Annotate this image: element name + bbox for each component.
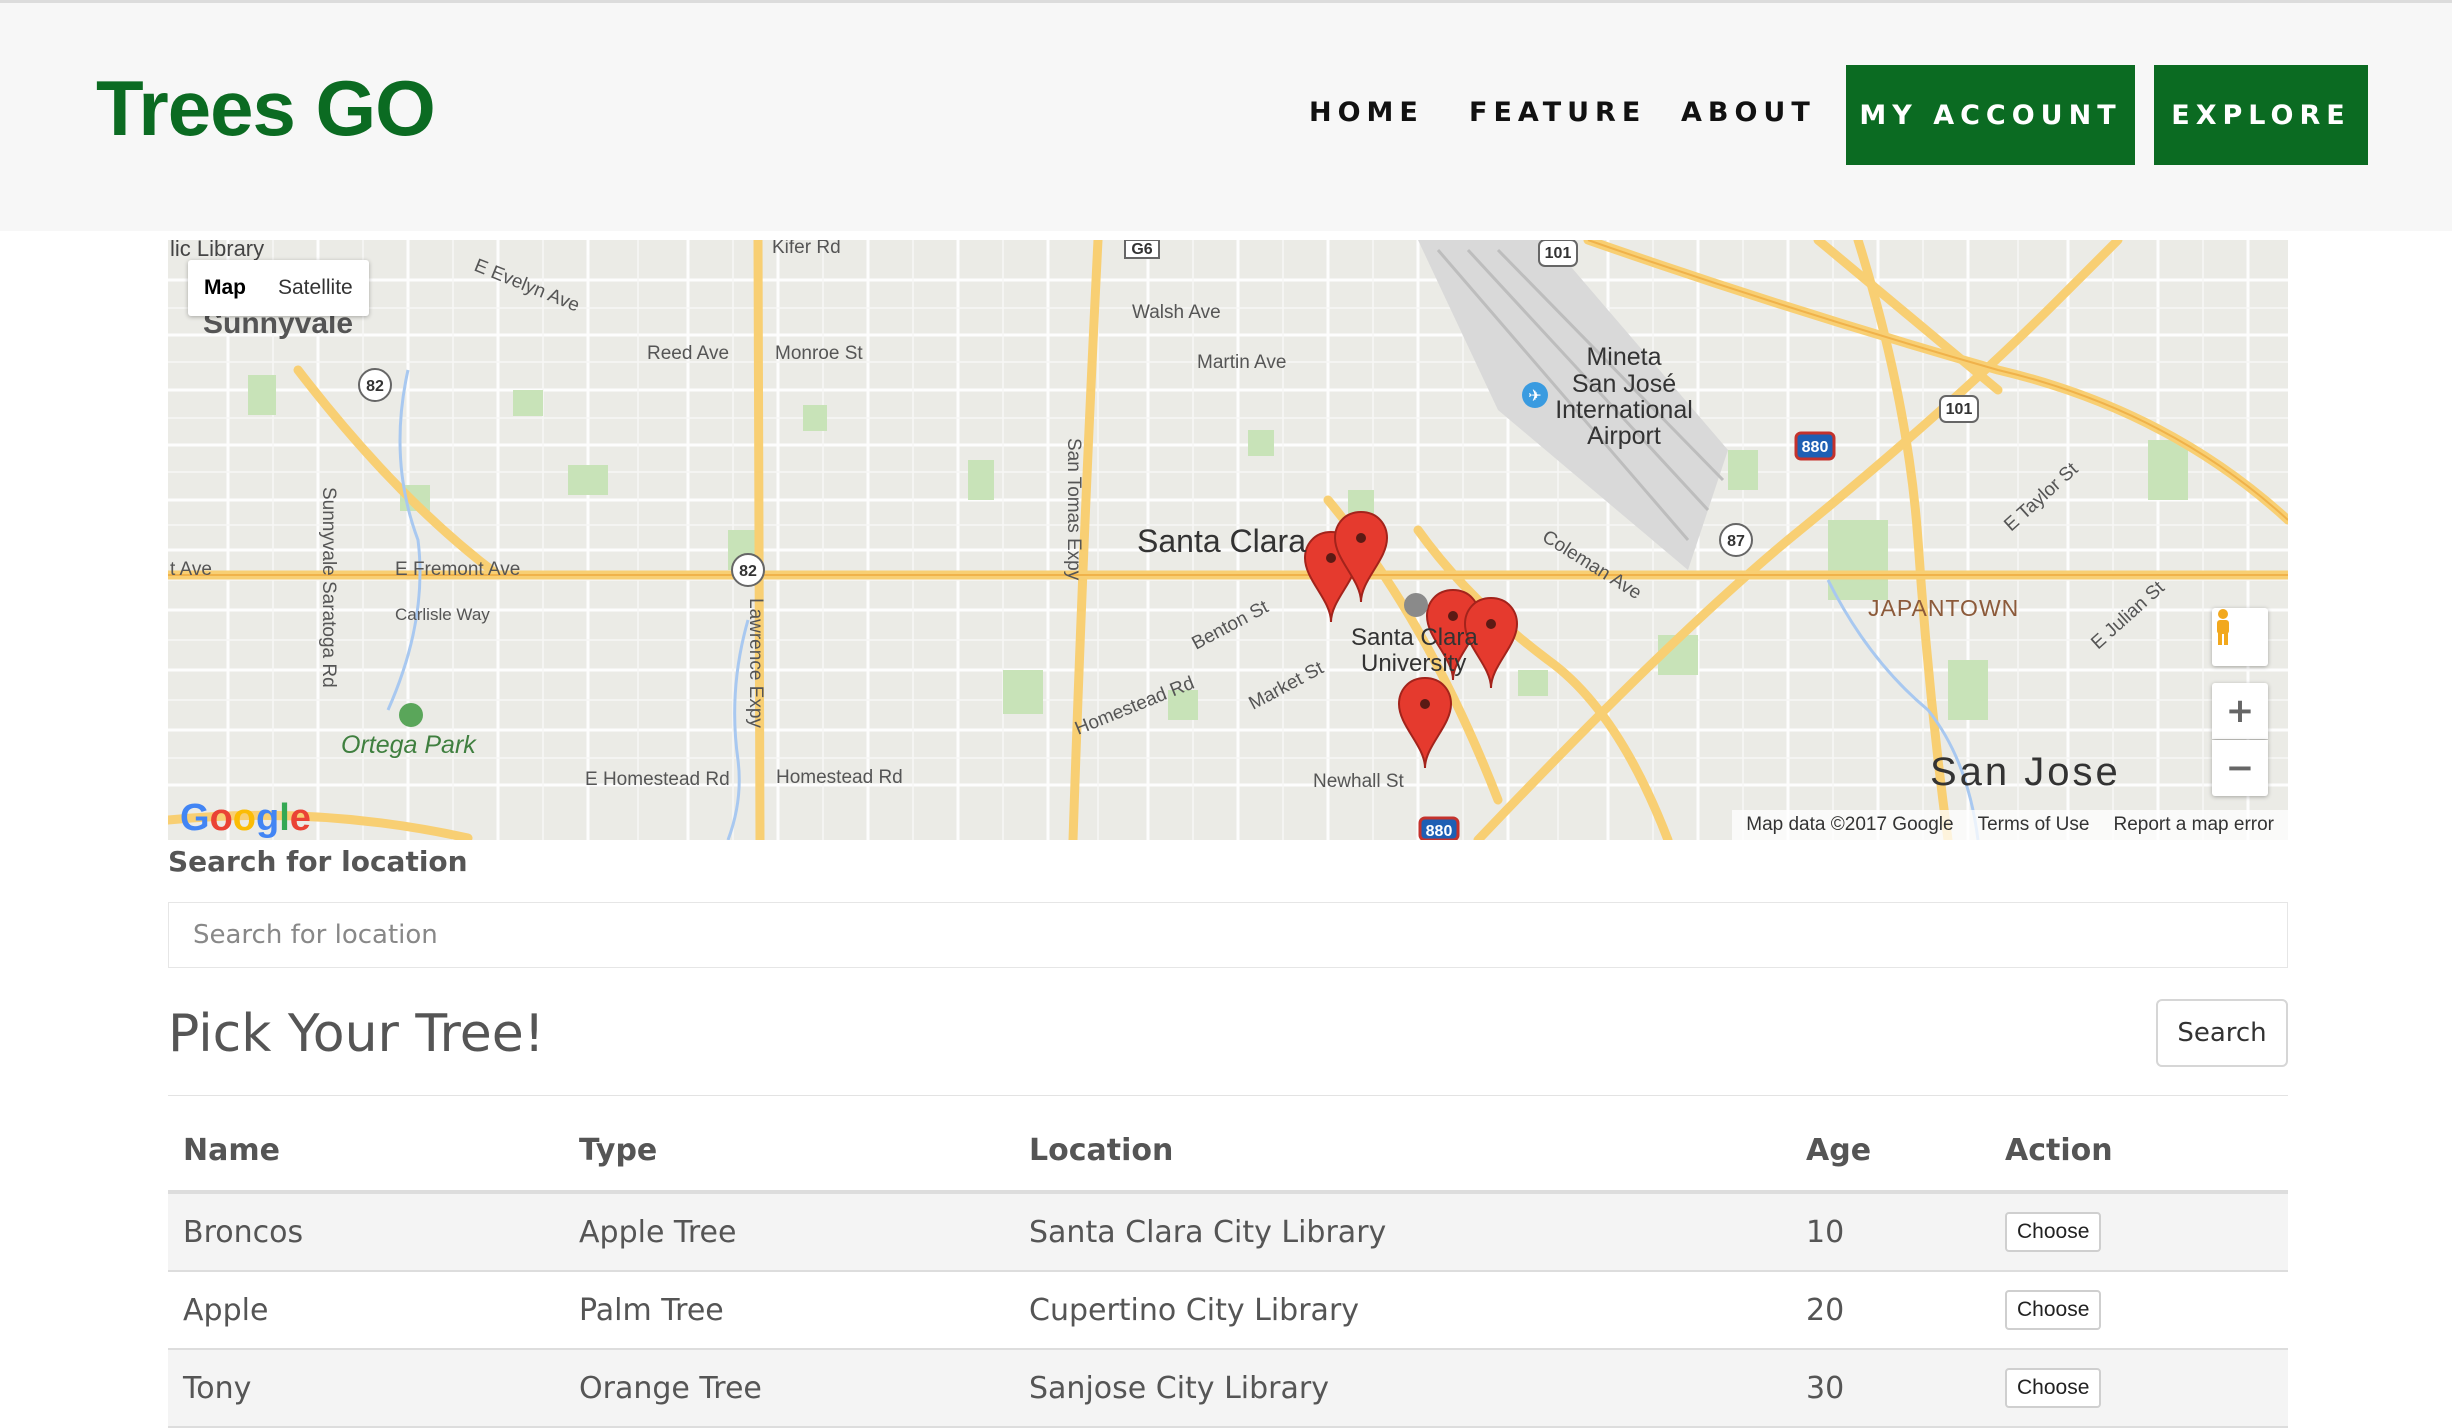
choose-button[interactable]: Choose [2005,1212,2102,1252]
cell-age: 20 [1806,1292,1845,1328]
svg-text:Ortega Park: Ortega Park [341,731,477,759]
choose-button[interactable]: Choose [2005,1368,2102,1408]
park-icon [399,703,423,727]
choose-button[interactable]: Choose [2005,1290,2102,1330]
svg-text:82: 82 [366,378,384,395]
tree-map[interactable]: 101 101 880 880 87 82 82 G6 ✈ lic Librar… [168,240,2288,840]
street-view-pegman-icon[interactable] [2212,608,2268,666]
svg-text:101: 101 [1545,245,1572,262]
svg-text:Sunnyvale Saratoga Rd: Sunnyvale Saratoga Rd [318,487,339,688]
cell-location: Cupertino City Library [1029,1292,1360,1328]
map-view-button[interactable]: Map [188,260,262,316]
cell-type: Palm Tree [579,1292,724,1328]
map-canvas[interactable]: 101 101 880 880 87 82 82 G6 ✈ lic Librar… [168,240,2288,840]
svg-text:101: 101 [1946,401,1973,418]
svg-text:G6: G6 [1131,241,1152,258]
cell-location: Santa Clara City Library [1029,1214,1387,1250]
map-footer: Map data ©2017 Google Terms of Use Repor… [1732,810,2288,840]
svg-text:Santa Clara: Santa Clara [1137,523,1306,559]
nav-about[interactable]: ABOUT [1681,95,1816,131]
header-action: Action [2005,1132,2113,1168]
svg-text:San Tomas Expy: San Tomas Expy [1063,438,1084,581]
page-title: Pick Your Tree! [168,1004,545,1064]
svg-text:Homestead Rd: Homestead Rd [776,767,903,788]
svg-text:San José: San José [1572,370,1676,398]
svg-text:Google: Google [180,797,311,839]
svg-text:Reed Ave: Reed Ave [647,343,729,364]
header-location: Location [1029,1132,1174,1168]
explore-button[interactable]: EXPLORE [2154,65,2368,165]
table-header: Name Type Location Age Action [168,1110,2288,1194]
satellite-view-button[interactable]: Satellite [262,260,369,316]
map-type-toggle: Map Satellite [188,260,369,316]
top-navbar: Trees GO HOME FEATURE ABOUT MY ACCOUNT E… [0,0,2452,231]
svg-text:Carlisle Way: Carlisle Way [395,605,490,624]
svg-text:E Homestead Rd: E Homestead Rd [585,769,730,790]
university-icon [1404,593,1428,617]
map-data-attribution: Map data ©2017 Google [1746,814,1954,835]
svg-text:Market St: Market St [1245,657,1327,714]
divider [168,1095,2288,1096]
google-logo: Google [180,797,311,839]
trees-table: Name Type Location Age Action Broncos Ap… [168,1110,2288,1428]
cell-type: Apple Tree [579,1214,737,1250]
zoom-in-button[interactable]: + [2212,683,2268,739]
header-name: Name [183,1132,280,1168]
nav-home[interactable]: HOME [1309,95,1424,131]
svg-text:lic Library: lic Library [170,240,264,261]
my-account-button[interactable]: MY ACCOUNT [1846,65,2135,165]
header-age: Age [1806,1132,1872,1168]
svg-text:University: University [1361,650,1466,677]
svg-text:Coleman Ave: Coleman Ave [1538,526,1645,604]
svg-text:Airport: Airport [1587,422,1661,450]
svg-text:E Taylor St: E Taylor St [2000,458,2083,535]
svg-text:E Fremont Ave: E Fremont Ave [395,559,520,580]
svg-text:Benton St: Benton St [1188,596,1272,654]
svg-text:Kifer Rd: Kifer Rd [772,240,841,258]
cell-age: 10 [1806,1214,1845,1250]
nav-feature[interactable]: FEATURE [1469,95,1646,131]
table-row: Broncos Apple Tree Santa Clara City Libr… [168,1194,2288,1272]
svg-text:International: International [1555,396,1693,424]
header-type: Type [579,1132,658,1168]
cell-name: Tony [183,1370,252,1406]
svg-text:82: 82 [739,563,757,580]
cell-name: Broncos [183,1214,304,1250]
report-map-error-link[interactable]: Report a map error [2113,814,2274,836]
svg-text:Martin Ave: Martin Ave [1197,352,1286,373]
search-button[interactable]: Search [2156,999,2288,1067]
cell-name: Apple [183,1292,269,1328]
svg-text:880: 880 [1802,439,1829,456]
svg-text:Santa Clara: Santa Clara [1351,624,1478,651]
location-search-input[interactable] [168,902,2288,968]
svg-text:t Ave: t Ave [170,559,212,580]
zoom-out-button[interactable]: − [2212,740,2268,796]
search-label: Search for location [168,845,468,878]
brand-logo[interactable]: Trees GO [96,63,436,153]
svg-text:Walsh Ave: Walsh Ave [1132,302,1221,323]
svg-text:San Jose: San Jose [1930,750,2121,794]
svg-text:✈: ✈ [1528,386,1541,405]
table-row: Apple Palm Tree Cupertino City Library 2… [168,1272,2288,1350]
svg-text:Mineta: Mineta [1586,343,1661,371]
tree-marker [1397,676,1453,769]
svg-text:87: 87 [1727,533,1745,550]
svg-text:Monroe St: Monroe St [775,343,863,364]
svg-text:Newhall St: Newhall St [1313,771,1405,792]
svg-text:JAPANTOWN: JAPANTOWN [1868,595,2019,621]
terms-of-use-link[interactable]: Terms of Use [1978,814,2090,836]
cell-location: Sanjose City Library [1029,1370,1329,1406]
cell-type: Orange Tree [579,1370,762,1406]
svg-text:880: 880 [1426,823,1453,840]
svg-text:Lawrence Expy: Lawrence Expy [745,598,766,728]
table-row: Tony Orange Tree Sanjose City Library 30… [168,1350,2288,1428]
cell-age: 30 [1806,1370,1845,1406]
